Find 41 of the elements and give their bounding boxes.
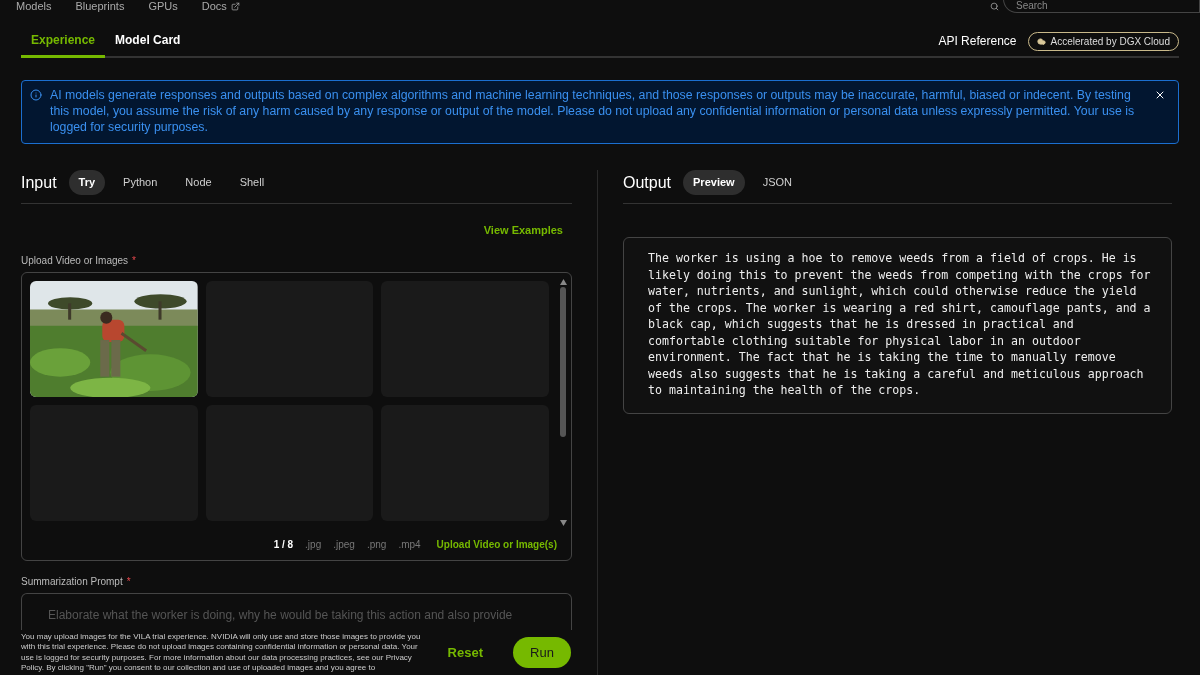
page-tab[interactable]: Experience (21, 31, 106, 58)
nav-link[interactable]: GPUs (148, 0, 178, 12)
search-icon (990, 1, 999, 11)
run-button[interactable]: Run (513, 637, 571, 668)
scroll-up-icon[interactable] (559, 278, 567, 285)
required-mark: * (126, 575, 131, 587)
upload-area[interactable]: 1 / 8 .jpg .jpeg .png .mp4 Upload Video or Image(s) (21, 271, 572, 561)
file-format: .mp4 (398, 537, 421, 552)
external-link-icon (230, 1, 240, 11)
scrollbar-thumb[interactable] (560, 286, 566, 437)
api-reference-link[interactable]: API Reference (938, 32, 1017, 50)
nav-link[interactable]: Models (16, 0, 52, 12)
nav-link[interactable]: Docs (201, 0, 240, 12)
cloud-icon (1037, 37, 1047, 46)
page-tab[interactable]: Model Card (105, 31, 191, 58)
required-mark: * (132, 254, 136, 266)
file-format: .png (366, 537, 387, 552)
view-examples-link[interactable]: View Examples (483, 222, 563, 239)
search-field[interactable]: Search (1003, 0, 1200, 13)
file-format: .jpg (305, 537, 322, 552)
code-tab[interactable]: Preview (683, 170, 745, 195)
output-text: The worker is using a hoe to remove weeds from a field of crops. He is likely doing this to prevent the weeds from competing with the crops for water, nutrients, and sunlight, which could otherwise reduce the yield of the crops. The worker is wearing a red shirt, camouflage pants, and a black cap, which suggests that he is dressed in practical and comfortable clothing suitable for physical labor in an outdoor environment. The fact that he is taking the time to manually remove weeds also suggests that he is taking a careful and meticulous approach to maintaining the health of the crops. (648, 250, 1151, 399)
code-tab[interactable]: Try (68, 170, 106, 195)
code-tab[interactable]: Node (175, 170, 222, 195)
disclaimer-text: You may upload images for the VILA trial experience. NVIDIA will only use and store those images to provide you with this trial experience. Please do not upload images containing confidential information or personal data. Your use is logged for security purposes. For more information about our data processing practices, see our Privacy Policy. By clicking "Run" you consent to our collection and use of uploaded images and you agree to (21, 631, 422, 674)
field-label: Summarization Prompt (21, 575, 123, 587)
notice-text: AI models generate responses and outputs based on complex algorithms and machine learning techniques, and those responses or outputs may be inaccurate, harmful, biased or indecent. By testing this model, you assume the risk of any harm caused by any response or output of the model. Please do not upload any confidential information or personal data unless expressly permitted. Your use is logged for security purposes. (50, 87, 1136, 136)
close-icon[interactable] (1154, 89, 1166, 101)
reset-button[interactable]: Reset (447, 642, 483, 663)
panel-title: Input (21, 172, 57, 193)
nav-link[interactable]: Blueprints (75, 0, 125, 12)
file-count: 1 / 8 (273, 537, 294, 552)
code-tab[interactable]: JSON (752, 170, 802, 195)
panel-title: Output (623, 172, 672, 193)
field-label: Upload Video or Images (21, 254, 129, 266)
scroll-down-icon[interactable] (559, 519, 567, 526)
file-format: .jpeg (333, 537, 355, 552)
code-tab[interactable]: Shell (229, 170, 275, 195)
info-icon (30, 89, 42, 101)
code-tab[interactable]: Python (113, 170, 168, 195)
upload-button[interactable]: Upload Video or Image(s) (436, 536, 557, 552)
